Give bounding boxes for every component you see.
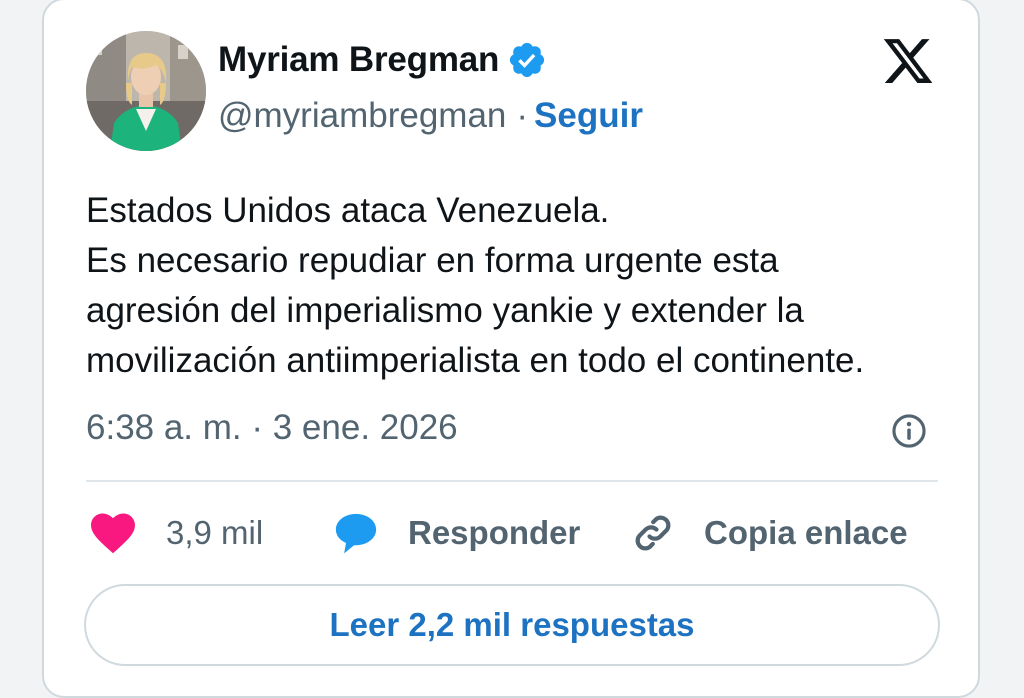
- read-replies-label: Leer 2,2 mil respuestas: [329, 606, 695, 643]
- author-name[interactable]: Myriam Bregman: [218, 40, 499, 80]
- link-icon: [635, 515, 671, 551]
- avatar[interactable]: [86, 31, 206, 151]
- copy-link-button[interactable]: Copia enlace: [630, 505, 908, 561]
- tweet-timestamp[interactable]: 6:38 a. m. · 3 ene. 2026: [86, 408, 458, 448]
- tweet-line: agresión del imperialismo yankie y exten…: [86, 291, 804, 330]
- like-button[interactable]: 3,9 mil: [90, 505, 263, 561]
- like-count: 3,9 mil: [166, 514, 264, 551]
- reply-button[interactable]: Responder: [332, 505, 580, 561]
- follow-link[interactable]: Seguir: [534, 96, 643, 135]
- tweet-line: movilización antiimperialista en todo el…: [86, 341, 865, 380]
- author-handle[interactable]: @myriambregman: [218, 96, 506, 135]
- speech-bubble-icon: [335, 513, 377, 554]
- tweet-line: Es necesario repudiar en forma urgente e…: [86, 241, 779, 280]
- info-icon[interactable]: [890, 412, 928, 450]
- divider: [86, 480, 938, 482]
- reply-label: Responder: [408, 514, 581, 551]
- heart-icon: [91, 513, 135, 554]
- tweet-text: Estados Unidos ataca Venezuela. Es neces…: [86, 186, 946, 386]
- verified-badge-icon: [510, 42, 545, 78]
- separator-dot: ·: [516, 96, 529, 135]
- copy-link-label: Copia enlace: [704, 514, 908, 551]
- read-replies-button[interactable]: Leer 2,2 mil respuestas: [84, 584, 940, 666]
- tweet-line: Estados Unidos ataca Venezuela.: [86, 191, 610, 230]
- profile-photo: [86, 31, 206, 151]
- x-logo-icon[interactable]: [880, 34, 936, 88]
